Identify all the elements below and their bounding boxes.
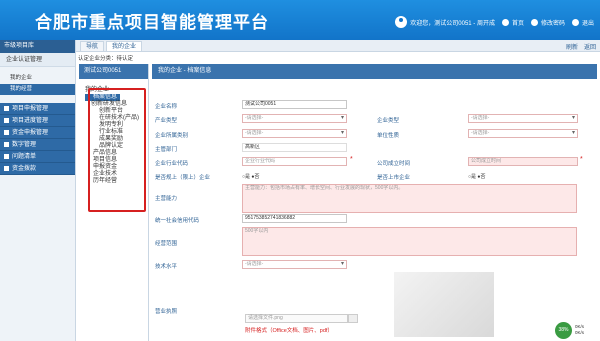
tab-nav[interactable]: 导航	[80, 41, 105, 51]
sidebar-menu-issues[interactable]: 问题清单	[0, 151, 75, 163]
label-main-business: 主营能力	[155, 196, 178, 202]
label-industry-type: 产业类型	[155, 118, 178, 124]
change-password-link[interactable]: 修改密码	[541, 18, 565, 27]
logout-link[interactable]: 退出	[582, 18, 594, 27]
sidebar-title: 市级项目库	[0, 40, 75, 53]
label-industry-code: 企业行业代码	[155, 161, 189, 167]
back-button[interactable]: 返回	[584, 42, 596, 51]
business-scope-textarea[interactable]: 500字以内	[242, 227, 577, 256]
company-name-field[interactable]: 测试公司0051	[242, 100, 347, 109]
tab-actions: 刷新 返回	[566, 42, 596, 51]
breadcrumb: 认定企业分类：待认定	[78, 56, 134, 62]
radio-label: 否	[254, 174, 260, 180]
tech-level-select[interactable]: -请选择-	[242, 260, 347, 269]
welcome-text: 欢迎您，测试公司0051 - 周开成	[410, 20, 495, 27]
main-header: 我的企业 - 档案信息	[152, 64, 597, 79]
affiliation-select[interactable]: -请选择-	[242, 129, 347, 138]
folder-icon	[4, 106, 9, 111]
label-unit-nature: 单位性质	[377, 133, 400, 139]
radio-listed-yes[interactable]: ○是 ●否	[468, 173, 485, 180]
label-business-scope: 经营范围	[155, 241, 178, 247]
main-panel: 我的企业 - 档案信息 企业名称 测试公司0051 产业类型 -请选择- 企业类…	[152, 64, 597, 341]
label-credit-code: 统一社会信用代码	[155, 218, 200, 224]
sidebar-menu-label: 数字管理	[12, 141, 37, 148]
radio-label: 是	[471, 174, 477, 180]
required-mark: *	[350, 156, 353, 163]
tree-header: 测试公司0051	[79, 64, 148, 79]
sidebar: 市级项目库 企业认证管理 我的企业 我的经营 项目申报管理 项目进度管理 资金申…	[0, 40, 76, 341]
sidebar-item-my-business[interactable]: 我的经营	[0, 84, 75, 95]
refresh-button[interactable]: 刷新	[566, 42, 578, 51]
enterprise-type-select[interactable]: -请选择-	[468, 114, 578, 123]
sidebar-section-company[interactable]: 企业认证管理	[0, 53, 75, 67]
found-date-field[interactable]: 公司成立时间	[468, 157, 578, 166]
tab-bar: 导航 我的企业 刷新 返回	[76, 40, 600, 52]
home-icon[interactable]	[501, 18, 509, 26]
industry-code-field[interactable]: 企业行业代码	[242, 157, 347, 166]
logout-icon[interactable]	[571, 18, 579, 26]
download-speed: 0K/s	[575, 330, 585, 335]
avatar-icon	[395, 16, 408, 28]
industry-type-select[interactable]: -请选择-	[242, 114, 347, 123]
label-company-name: 企业名称	[155, 104, 178, 110]
radio-label: 是	[245, 174, 251, 180]
radio-scale-yes[interactable]: ○是 ●否	[242, 173, 259, 180]
sidebar-menu-data[interactable]: 数字管理	[0, 139, 75, 151]
folder-icon	[4, 166, 9, 171]
authority-field[interactable]: 高新区	[242, 143, 347, 152]
tab-my-company[interactable]: 我的企业	[106, 41, 143, 51]
sidebar-menu-fund[interactable]: 资金申报管理	[0, 127, 75, 139]
attachment-note: 附件格式（Office文档、图片、pdf）	[245, 328, 333, 334]
main-business-textarea[interactable]: 主营能力：包括市场占有率、增长空间、行业发展的现状，500字以内。	[242, 184, 577, 213]
radio-label: 否	[480, 174, 486, 180]
label-found-date: 公司成立时间	[377, 161, 411, 167]
sidebar-menu-allocation[interactable]: 资金拨款	[0, 163, 75, 175]
required-mark: *	[580, 156, 583, 163]
user-bar: 欢迎您，测试公司0051 - 周开成 首页 修改密码 退出	[395, 16, 594, 28]
sidebar-menu-label: 问题清单	[12, 153, 37, 160]
label-listed: 是否上市企业	[377, 175, 411, 181]
sidebar-menu-label: 项目申报管理	[12, 105, 49, 112]
label-affiliation: 企业所属类别	[155, 133, 189, 139]
folder-icon	[4, 130, 9, 135]
sidebar-menu-label: 资金拨款	[12, 165, 37, 172]
unit-nature-select[interactable]: -请选择-	[468, 129, 578, 138]
sidebar-menu-label: 项目进度管理	[12, 117, 49, 124]
home-link[interactable]: 首页	[512, 18, 524, 27]
app-title: 合肥市重点项目智能管理平台	[35, 13, 269, 32]
attachment-input[interactable]: 请选择文件.png	[245, 314, 348, 323]
label-enterprise-type: 企业类型	[377, 118, 400, 124]
sidebar-item-my-company[interactable]: 我的企业	[0, 73, 75, 84]
highlight-box	[88, 88, 146, 212]
label-above-scale: 是否规上（限上）企业	[155, 175, 211, 181]
sidebar-menu-progress[interactable]: 项目进度管理	[0, 115, 75, 127]
label-tech-level: 技术水平	[155, 264, 178, 270]
folder-icon	[4, 118, 9, 123]
sidebar-menu-declare[interactable]: 项目申报管理	[0, 103, 75, 115]
lock-icon[interactable]	[530, 18, 538, 26]
folder-icon	[4, 154, 9, 159]
credit-code-field[interactable]: 951753852741836882	[242, 214, 347, 223]
network-gauge: 38%	[555, 322, 572, 339]
network-speed: 0K/s 0K/s	[575, 324, 584, 336]
attachment-browse-button[interactable]	[348, 314, 358, 323]
app-header: 合肥市重点项目智能管理平台 欢迎您，测试公司0051 - 周开成 首页 修改密码…	[0, 0, 600, 40]
folder-icon	[4, 142, 9, 147]
label-license: 营业执照	[155, 309, 178, 315]
license-preview-image	[394, 272, 494, 337]
sidebar-menu-label: 资金申报管理	[12, 129, 49, 136]
label-authority: 主管部门	[155, 147, 178, 153]
